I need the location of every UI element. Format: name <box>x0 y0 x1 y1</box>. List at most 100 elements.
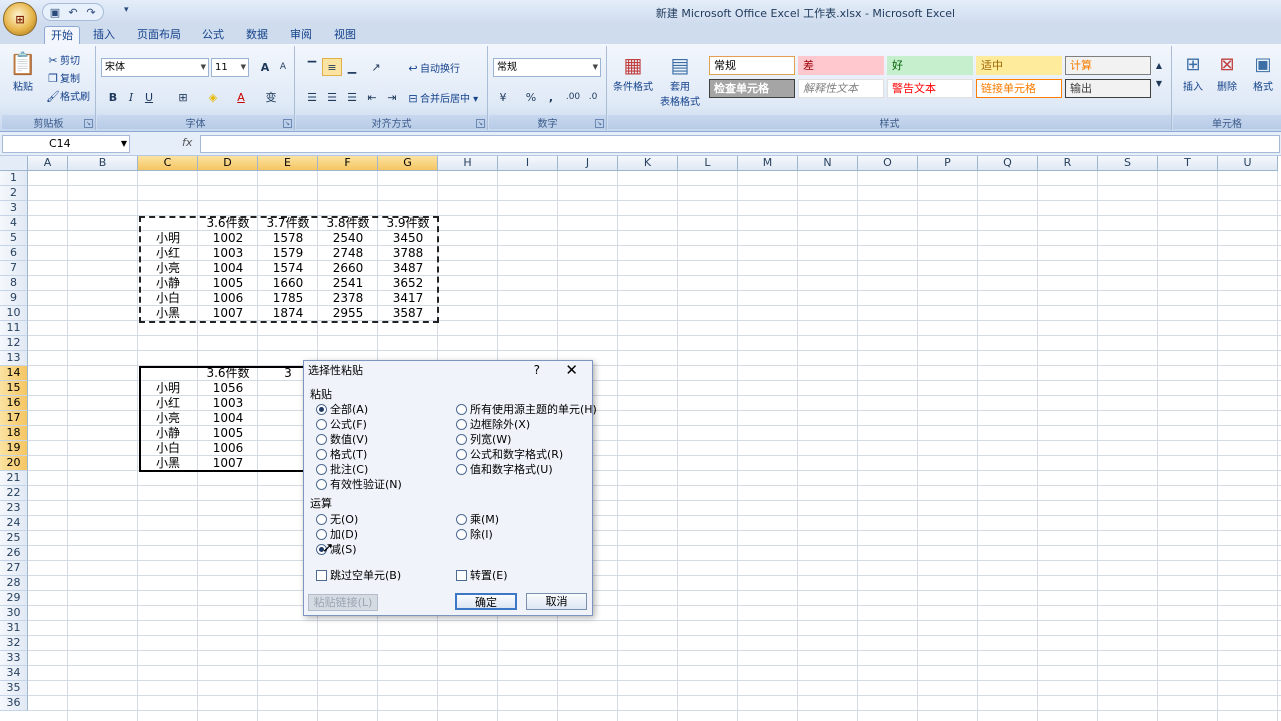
skip-blanks-checkbox[interactable]: 跳过空单元(B) <box>316 567 401 583</box>
alignment-launcher[interactable]: ↘ <box>476 119 485 128</box>
row-header-18[interactable]: 18 <box>0 426 28 441</box>
column-header-e[interactable]: E <box>258 156 318 171</box>
decrease-decimal-button[interactable]: .0 <box>583 88 603 106</box>
column-header-j[interactable]: J <box>558 156 618 171</box>
phonetic-button[interactable]: 变 <box>261 88 281 106</box>
worksheet-grid[interactable]: A B C D E F G H I J K L M N O P Q R S T U 1 2 3 4 5 6 7 8 9 10 11 12 13 14… <box>0 156 1281 721</box>
row-header-23[interactable]: 23 <box>0 501 28 516</box>
format-cells-button[interactable]: ▣ 格式 <box>1247 52 1279 93</box>
column-header-d[interactable]: D <box>198 156 258 171</box>
column-header-n[interactable]: N <box>798 156 858 171</box>
cell-style-0[interactable]: 常规 <box>709 56 795 75</box>
tab-view[interactable]: 视图 <box>328 26 362 44</box>
wrap-text-button[interactable]: ↩ 自动换行 <box>406 60 460 76</box>
align-top-icon[interactable]: ▔ <box>302 58 322 76</box>
tab-formulas[interactable]: 公式 <box>196 26 230 44</box>
row-header-4[interactable]: 4 <box>0 216 28 231</box>
currency-icon[interactable]: ¥ <box>493 88 513 106</box>
row-header-8[interactable]: 8 <box>0 276 28 291</box>
paste-option-2[interactable]: 数值(V) <box>316 431 368 447</box>
operation-option-r1[interactable]: 除(I) <box>456 526 493 542</box>
row-header-20[interactable]: 20 <box>0 456 28 471</box>
formula-input[interactable] <box>200 135 1280 153</box>
paste-option-r2[interactable]: 列宽(W) <box>456 431 511 447</box>
row-header-21[interactable]: 21 <box>0 471 28 486</box>
gallery-up-icon[interactable]: ▲ <box>1152 56 1166 74</box>
cell-style-2[interactable]: 好 <box>887 56 973 75</box>
cell-style-9[interactable]: 输出 <box>1065 79 1151 98</box>
column-header-f[interactable]: F <box>318 156 378 171</box>
operation-option-r0[interactable]: 乘(M) <box>456 511 499 527</box>
column-header-b[interactable]: B <box>68 156 138 171</box>
row-header-2[interactable]: 2 <box>0 186 28 201</box>
tab-review[interactable]: 审阅 <box>284 26 318 44</box>
tab-insert[interactable]: 插入 <box>86 26 122 44</box>
paste-option-5[interactable]: 有效性验证(N) <box>316 476 402 492</box>
paste-link-button[interactable]: 粘贴链接(L) <box>308 594 378 611</box>
cell-style-4[interactable]: 计算 <box>1065 56 1151 75</box>
cancel-button[interactable]: 取消 <box>526 593 587 610</box>
conditional-format-button[interactable]: ▦ 条件格式 <box>612 52 654 93</box>
close-icon[interactable]: ✕ <box>565 361 578 379</box>
transpose-checkbox[interactable]: 转置(E) <box>456 567 508 583</box>
cell-style-8[interactable]: 链接单元格 <box>976 79 1062 98</box>
column-header-o[interactable]: O <box>858 156 918 171</box>
align-left-icon[interactable]: ☰ <box>302 88 322 106</box>
row-header-22[interactable]: 22 <box>0 486 28 501</box>
row-header-29[interactable]: 29 <box>0 591 28 606</box>
font-launcher[interactable]: ↘ <box>283 119 292 128</box>
gallery-down-icon[interactable]: ▼ <box>1152 74 1166 92</box>
column-header-l[interactable]: L <box>678 156 738 171</box>
cell-style-7[interactable]: 警告文本 <box>887 79 973 98</box>
paste-option-r0[interactable]: 所有使用源主题的单元(H) <box>456 401 597 417</box>
row-header-35[interactable]: 35 <box>0 681 28 696</box>
row-header-34[interactable]: 34 <box>0 666 28 681</box>
row-header-11[interactable]: 11 <box>0 321 28 336</box>
row-header-32[interactable]: 32 <box>0 636 28 651</box>
align-right-icon[interactable]: ☰ <box>342 88 362 106</box>
paste-option-r4[interactable]: 值和数字格式(U) <box>456 461 553 477</box>
cell-style-1[interactable]: 差 <box>798 56 884 75</box>
copy-button[interactable]: ❐ 复制 <box>46 70 80 86</box>
delete-cells-button[interactable]: ⊠ 删除 <box>1211 52 1243 93</box>
italic-button[interactable]: I <box>121 88 141 106</box>
cell-style-6[interactable]: 解释性文本 <box>798 79 884 98</box>
cut-button[interactable]: ✂ 剪切 <box>46 52 80 68</box>
row-header-17[interactable]: 17 <box>0 411 28 426</box>
cell-style-3[interactable]: 适中 <box>976 56 1062 75</box>
number-launcher[interactable]: ↘ <box>595 119 604 128</box>
column-header-c[interactable]: C <box>138 156 198 171</box>
column-header-u[interactable]: U <box>1218 156 1278 171</box>
column-header-s[interactable]: S <box>1098 156 1158 171</box>
row-header-6[interactable]: 6 <box>0 246 28 261</box>
column-header-q[interactable]: Q <box>978 156 1038 171</box>
border-button[interactable]: ⊞ <box>173 88 193 106</box>
column-header-i[interactable]: I <box>498 156 558 171</box>
format-painter-button[interactable]: 🖌格式刷 <box>46 88 90 104</box>
operation-option-0[interactable]: 无(O) <box>316 511 358 527</box>
column-header-h[interactable]: H <box>438 156 498 171</box>
shrink-font-button[interactable]: A <box>273 58 293 76</box>
paste-option-3[interactable]: 格式(T) <box>316 446 367 462</box>
row-header-25[interactable]: 25 <box>0 531 28 546</box>
office-button[interactable]: ⊞ <box>3 2 37 36</box>
font-color-button[interactable]: A <box>231 88 251 106</box>
merge-center-button[interactable]: ⊟ 合并后居中 ▾ <box>406 90 478 106</box>
row-header-10[interactable]: 10 <box>0 306 28 321</box>
column-header-p[interactable]: P <box>918 156 978 171</box>
row-header-26[interactable]: 26 <box>0 546 28 561</box>
column-header-t[interactable]: T <box>1158 156 1218 171</box>
comma-button[interactable]: , <box>541 88 561 106</box>
name-box[interactable]: C14 ▼ <box>2 135 130 153</box>
row-header-14[interactable]: 14 <box>0 366 28 381</box>
number-format-select[interactable]: 常规 ▼ <box>493 58 601 77</box>
row-header-9[interactable]: 9 <box>0 291 28 306</box>
increase-decimal-button[interactable]: .00 <box>563 88 583 106</box>
orientation-icon[interactable]: ↗ <box>366 58 386 76</box>
row-header-12[interactable]: 12 <box>0 336 28 351</box>
format-as-table-button[interactable]: ▤ 套用 表格格式 <box>658 52 702 108</box>
column-header-k[interactable]: K <box>618 156 678 171</box>
decrease-indent-icon[interactable]: ⇤ <box>362 88 382 106</box>
select-all-button[interactable] <box>0 156 28 171</box>
column-header-a[interactable]: A <box>28 156 68 171</box>
